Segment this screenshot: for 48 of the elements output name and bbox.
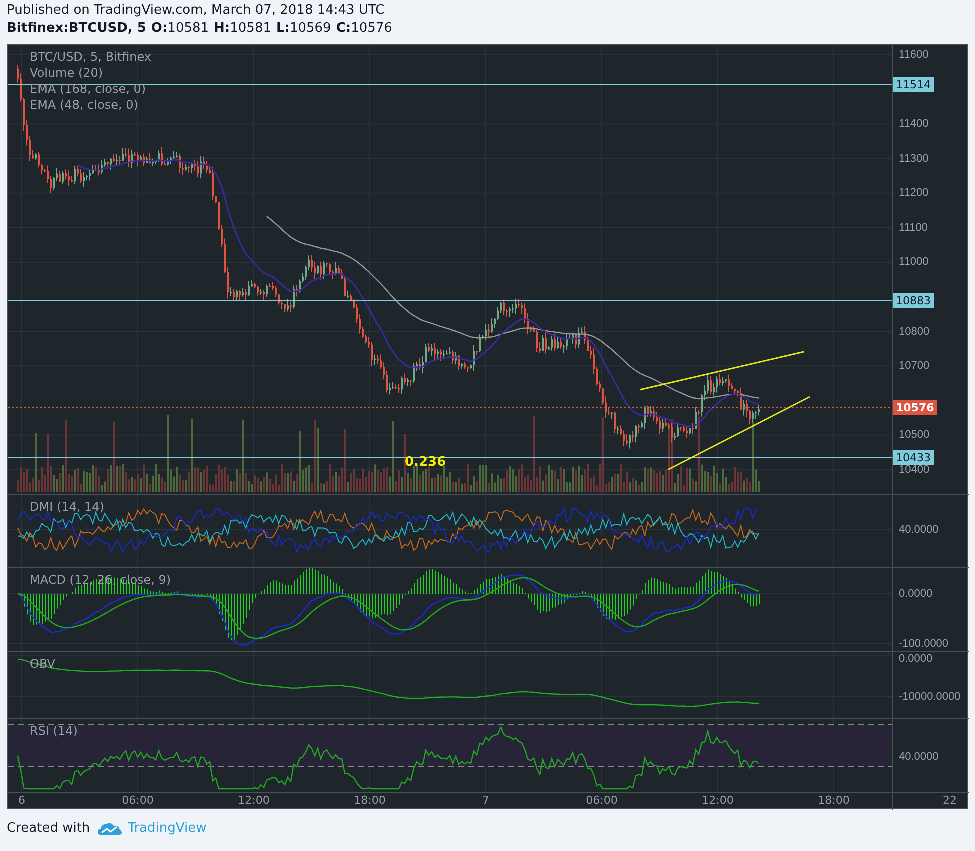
indicator-legend: EMA (48, close, 0) — [30, 97, 152, 113]
ohlc-label: O: — [151, 21, 168, 36]
price-tick: 11100 — [899, 222, 928, 234]
price-tick: 10400 — [899, 464, 930, 476]
price-tick: 10700 — [899, 360, 930, 372]
ohlc-label: H: — [214, 21, 230, 36]
value-tick: -100.0000 — [899, 638, 949, 650]
price-tick: 10800 — [899, 326, 930, 338]
value-tick: -10000.0000 — [899, 691, 961, 703]
value-tick: 0.0000 — [899, 653, 933, 665]
time-tick: 12:00 — [702, 794, 734, 807]
indicator-legend: DMI (14, 14) — [30, 499, 104, 515]
price-badge: 10433 — [893, 450, 934, 466]
symbol-label: Bitfinex:BTCUSD, 5 — [7, 21, 146, 36]
ohlc-label: C: — [336, 21, 352, 36]
price-badge: 10883 — [893, 294, 934, 308]
time-tick: 6 — [18, 794, 26, 807]
price-badge: 11514 — [893, 78, 934, 92]
value-tick: 40.0000 — [899, 751, 939, 763]
publish-info: Published on TradingView.com, March 07, 2018 14:43 UTC — [7, 3, 385, 18]
brand-link[interactable]: TradingView — [98, 821, 207, 836]
time-tick: 7 — [482, 794, 490, 807]
time-tick: 18:00 — [818, 794, 850, 807]
time-tick: 22 — [943, 794, 957, 807]
price-tick: 11200 — [899, 187, 929, 200]
time-tick: 18:00 — [354, 794, 386, 807]
ohlc-label: L: — [276, 21, 290, 36]
time-tick: 06:00 — [122, 794, 154, 807]
price-tick: 11000 — [899, 256, 929, 268]
price-tick: 11300 — [899, 152, 929, 165]
price-tick: 11600 — [899, 49, 929, 61]
value-tick: 0.0000 — [899, 588, 933, 600]
ohlc-value: 10576 — [351, 21, 392, 36]
value-tick: 40.0000 — [899, 524, 939, 536]
footer-text: Created with — [7, 821, 90, 836]
price-tick: 11400 — [899, 118, 929, 130]
price-badge: 10576 — [893, 400, 938, 416]
time-tick: 06:00 — [586, 794, 618, 807]
ohlc-value: 10581 — [230, 21, 272, 36]
indicator-legend: BTC/USD, 5, Bitfinex — [30, 49, 152, 65]
indicator-legend: EMA (168, close, 0) — [30, 81, 152, 97]
time-tick: 12:00 — [238, 794, 270, 807]
ohlc-value: 10569 — [290, 21, 332, 36]
indicator-legend: Volume (20) — [30, 65, 152, 81]
fibonacci-label: 0.236 — [405, 455, 446, 470]
ohlc-value: 10581 — [168, 21, 210, 36]
indicator-legend: RSI (14) — [30, 723, 78, 739]
price-tick: 10500 — [899, 429, 930, 442]
